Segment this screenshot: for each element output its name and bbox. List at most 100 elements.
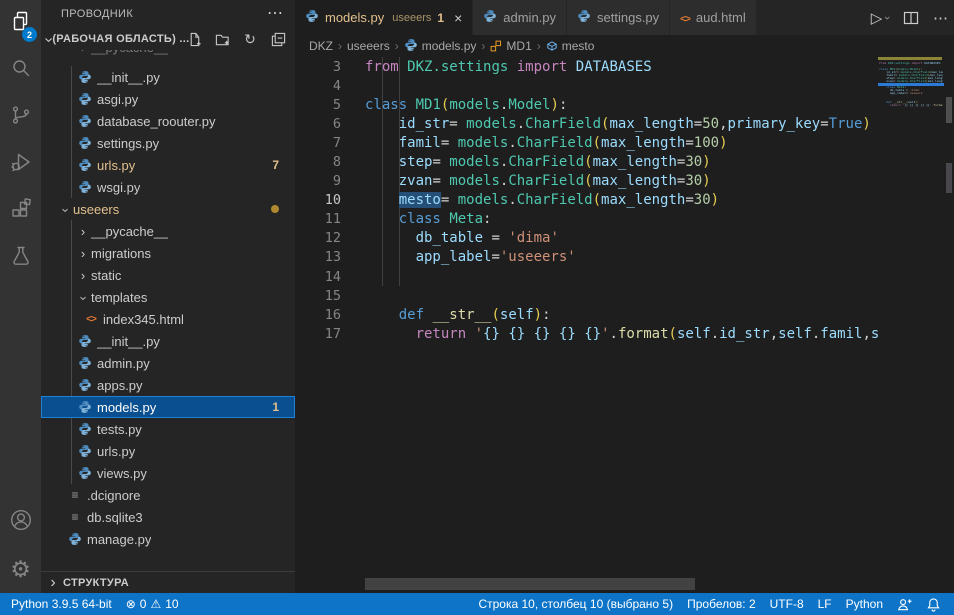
status-eol[interactable]: LF: [811, 593, 839, 615]
code-line: 17 return '{} {} {} {} {}'.format(self.i…: [295, 324, 878, 343]
tab-label: admin.py: [503, 10, 556, 25]
status-right: Строка 10, столбец 10 (выбрано 5) Пробело…: [471, 593, 954, 615]
outline-section-header[interactable]: › СТРУКТУРА: [41, 571, 295, 593]
action-more-actions[interactable]: ⋯: [933, 9, 948, 27]
tree-item-settings-py[interactable]: settings.py: [41, 132, 295, 154]
tree-item-useeers[interactable]: ›useeers: [41, 198, 295, 220]
breadcrumb-item-md1[interactable]: MD1: [490, 39, 531, 53]
tree-item-label: __init__.py: [97, 70, 160, 85]
code-editor[interactable]: 3from DKZ.settings import DATABASES45cla…: [295, 57, 878, 578]
tree-item-label: .dcignore: [87, 488, 140, 503]
class-symbol-icon: [490, 40, 502, 52]
tree-item-tests-py[interactable]: tests.py: [41, 418, 295, 440]
collapse-all-icon[interactable]: [269, 30, 287, 48]
new-folder-icon[interactable]: [213, 30, 231, 48]
line-number: 9: [295, 173, 341, 189]
tree-item--init-py[interactable]: __init__.py: [41, 66, 295, 88]
activity-extensions[interactable]: [0, 188, 41, 235]
breadcrumb-item-dkz[interactable]: DKZ: [309, 39, 333, 53]
tree-item-label: index345.html: [103, 312, 184, 327]
action-run[interactable]: ▷›: [871, 9, 889, 27]
tree-item--init-py[interactable]: __init__.py: [41, 330, 295, 352]
breadcrumb-item-useeers[interactable]: useeers: [347, 39, 390, 53]
tree-item--pycache-[interactable]: ›__pycache__: [41, 220, 295, 242]
tree-item-urls-py[interactable]: urls.py7: [41, 154, 295, 176]
new-file-icon[interactable]: [185, 30, 203, 48]
tab-label: aud.html: [696, 10, 746, 25]
status-feedback[interactable]: [890, 593, 919, 615]
code-line: 11 class Meta:: [295, 210, 878, 229]
status-notifications[interactable]: [919, 593, 948, 615]
tree-item-templates[interactable]: ›templates: [41, 286, 295, 308]
python-icon: [77, 466, 93, 480]
file-icon: ≡: [67, 510, 83, 524]
status-cursor-position[interactable]: Строка 10, столбец 10 (выбрано 5): [471, 593, 680, 615]
breadcrumb-item-models.py[interactable]: models.py: [404, 38, 477, 55]
tree-item-wsgi-py[interactable]: wsgi.py: [41, 176, 295, 198]
activity-search[interactable]: [0, 47, 41, 94]
tree-item-admin-py[interactable]: admin.py: [41, 352, 295, 374]
tree-item-views-py[interactable]: views.py: [41, 462, 295, 484]
line-number: 11: [295, 211, 341, 227]
tree-item-database-roouter-py[interactable]: database_roouter.py: [41, 110, 295, 132]
tab-bar: models.pyuseeers1× admin.py settings.py<>a…: [295, 0, 954, 35]
tab-models-py[interactable]: models.pyuseeers1×: [295, 0, 473, 35]
workspace-section-header[interactable]: › (РАБОЧАЯ ОБЛАСТЬ) ... ↻: [41, 28, 295, 50]
explorer-title: ПРОВОДНИК: [61, 8, 133, 20]
refresh-icon[interactable]: ↻: [241, 30, 259, 48]
line-number: 7: [295, 135, 341, 151]
file-tree: __init__.py asgi.py database_roouter.pyset…: [41, 66, 295, 550]
code-line-text: id_str= models.CharField(max_length=50,p…: [365, 116, 871, 132]
python-icon: [77, 114, 93, 128]
tree-item-migrations[interactable]: ›migrations: [41, 242, 295, 264]
tree-item-db-sqlite3[interactable]: ≡db.sqlite3: [41, 506, 295, 528]
status-language-mode[interactable]: Python: [839, 593, 890, 615]
activity-source-control[interactable]: [0, 94, 41, 141]
chevron-down-icon: ›: [45, 30, 50, 48]
activity-testing[interactable]: [0, 235, 41, 282]
tree-item-manage-py[interactable]: manage.py: [41, 528, 295, 550]
activity-account[interactable]: [0, 499, 41, 546]
code-line: 13 app_label='useeers': [295, 248, 878, 267]
tree-item-label: templates: [91, 290, 147, 305]
chevron-down-icon: ›: [57, 202, 73, 217]
code-line: 6 id_str= models.CharField(max_length=50…: [295, 114, 878, 133]
python-icon: [77, 180, 93, 194]
line-number: 12: [295, 230, 341, 246]
status-indentation[interactable]: Пробелов: 2: [680, 593, 763, 615]
activity-explorer[interactable]: 2: [0, 0, 41, 47]
activity-settings[interactable]: ⚙: [0, 546, 41, 593]
tree-item-index345-html[interactable]: <> index345.html: [41, 308, 295, 330]
activity-top: 2: [0, 0, 41, 282]
status-label: Пробелов: 2: [687, 597, 756, 611]
status-problems[interactable]: ⊗0⚠10: [119, 593, 186, 615]
close-icon[interactable]: ×: [454, 10, 462, 26]
tree-item-label: static: [91, 268, 121, 283]
tree-item--dcignore[interactable]: ≡.dcignore: [41, 484, 295, 506]
tree-item-label: asgi.py: [97, 92, 138, 107]
horizontal-scrollbar[interactable]: [365, 578, 695, 590]
breadcrumb-item-mesto[interactable]: mesto: [546, 39, 595, 53]
tab-settings-py[interactable]: settings.py: [567, 0, 670, 35]
tree-item-urls-py[interactable]: urls.py: [41, 440, 295, 462]
tree-item-label: useeers: [73, 202, 119, 217]
chevron-down-icon: ›: [881, 16, 893, 20]
activity-run-debug[interactable]: [0, 141, 41, 188]
tree-item-models-py[interactable]: models.py1: [41, 396, 295, 418]
action-split-editor[interactable]: [903, 10, 919, 26]
tab-admin-py[interactable]: admin.py: [473, 0, 567, 35]
tab-description: useeers: [392, 12, 431, 24]
code-line-text: return '{} {} {} {} {}'.format(self.id_s…: [365, 326, 878, 342]
status-encoding[interactable]: UTF-8: [763, 593, 811, 615]
status-left: Python 3.9.5 64-bit⊗0⚠10: [0, 593, 186, 615]
tree-item-apps-py[interactable]: apps.py: [41, 374, 295, 396]
code-line-text: db_table = 'dima': [365, 230, 559, 246]
html-icon: <>: [83, 314, 99, 325]
minimap[interactable]: from DKZ.settings import DATABASESclass …: [878, 57, 944, 357]
more-actions-icon[interactable]: ⋯: [267, 3, 283, 23]
tab-aud-html[interactable]: <>aud.html: [670, 0, 757, 35]
status-python-version[interactable]: Python 3.9.5 64-bit: [4, 593, 119, 615]
line-number: 6: [295, 116, 341, 132]
tree-item-static[interactable]: ›static: [41, 264, 295, 286]
tree-item-asgi-py[interactable]: asgi.py: [41, 88, 295, 110]
